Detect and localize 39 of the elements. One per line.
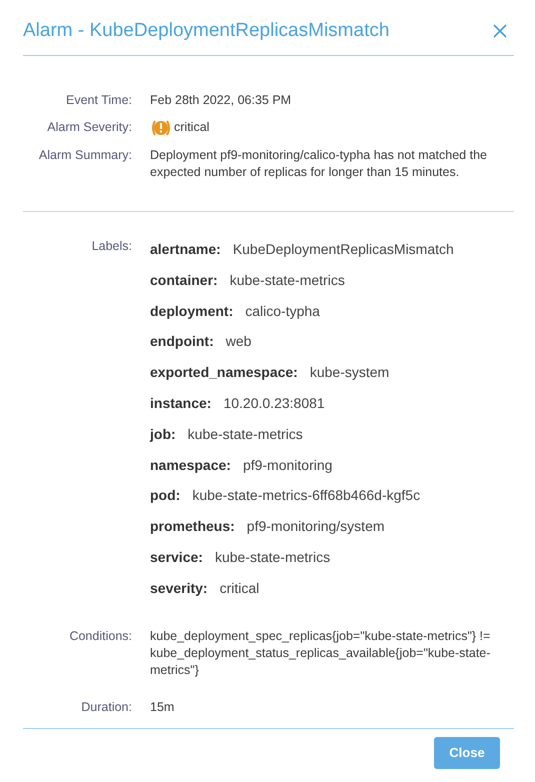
label-key: instance: (150, 394, 212, 412)
field-label: Alarm Summary: (38, 147, 132, 164)
label-value: KubeDeploymentReplicasMismatch (232, 240, 454, 258)
label-value: pf9-monitoring (242, 456, 332, 474)
label-key: namespace: (150, 456, 231, 474)
field-label: Conditions: (68, 628, 132, 645)
label-value: kube-state-metrics (188, 424, 303, 443)
field-value: Deployment pf9-monitoring/calico-typha has not matched the expected number of replicas for longer than 15 minutes. (150, 147, 488, 181)
close-icon[interactable] (493, 24, 507, 38)
label-key: container: (150, 270, 218, 289)
label-key: severity: (150, 578, 208, 597)
dialog-title: Alarm - KubeDeploymentReplicasMismatch (23, 20, 390, 42)
severity-text: critical (174, 119, 210, 136)
label-value: web (226, 332, 252, 350)
label-key: deployment: (150, 302, 234, 320)
label-value: kube-state-metrics-6ff68b466d-kgf5c (192, 486, 420, 504)
label-value: kube-state-metrics (230, 270, 345, 289)
field-label: Duration: (80, 698, 132, 716)
close-button[interactable]: Close (434, 736, 500, 769)
field-label: Alarm Severity: (46, 119, 132, 136)
label-value: 10.20.0.23:8081 (223, 394, 325, 412)
label-key: prometheus: (150, 517, 235, 536)
field-value: kube_deployment_spec_replicas{job="kube-state-metrics"} != kube_deployment_status_replicas_available{job="kube-state-metrics"} (150, 628, 492, 679)
label-key: service: (150, 548, 203, 566)
label-value: kube-state-metrics (214, 548, 330, 566)
label-key: pod: (150, 486, 180, 504)
field-value: Feb 28th 2022, 06:35 PM (150, 92, 292, 109)
field-label: Event Time: (65, 92, 132, 109)
label-key: alertname: (150, 240, 221, 258)
label-value: pf9-monitoring/system (246, 517, 385, 536)
label-key: exported_namespace: (150, 363, 298, 382)
field-value: 15m (150, 698, 174, 716)
label-value: calico-typha (245, 302, 320, 320)
field-label: Labels: (90, 238, 132, 255)
label-key: endpoint: (150, 332, 214, 350)
label-key: job: (150, 424, 176, 443)
label-value: critical (220, 578, 260, 597)
warning-icon (150, 119, 172, 137)
label-value: kube-system (310, 363, 390, 382)
